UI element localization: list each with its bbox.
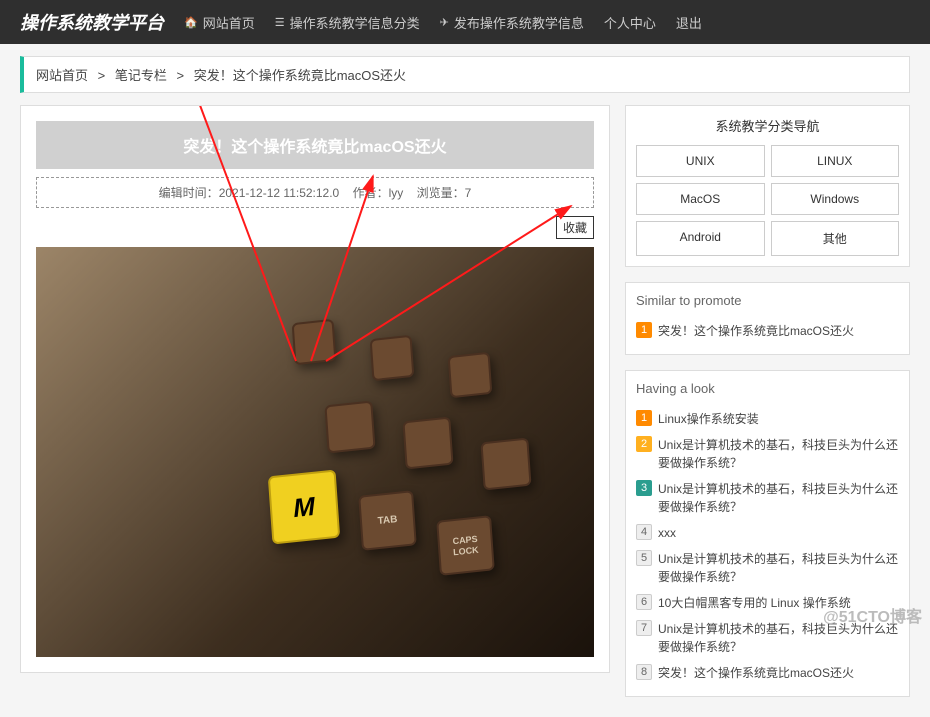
breadcrumb-separator: > bbox=[177, 68, 185, 83]
look-panel: Having a look 1 Linux操作系统安装 2 Unix是计算机技术的基… bbox=[625, 370, 910, 697]
list-item-link[interactable]: Unix是计算机技术的基石，科技巨头为什么还要做操作系统？ bbox=[658, 480, 899, 516]
list-item: 8 突发！这个操作系统竟比macOS还火 bbox=[636, 660, 899, 686]
nav-home[interactable]: 🏠 网站首页 bbox=[184, 13, 255, 32]
keyboard-tab-key: TAB bbox=[358, 490, 417, 551]
list-item-link[interactable]: xxx bbox=[658, 524, 899, 542]
home-icon: 🏠 bbox=[184, 16, 198, 29]
favorite-row: 收藏 bbox=[36, 216, 594, 239]
article-panel: 突发！这个操作系统竟比macOS还火 编辑时间：2021-12-12 11:52… bbox=[20, 105, 610, 673]
list-item-link[interactable]: 突发！这个操作系统竟比macOS还火 bbox=[658, 664, 899, 682]
cat-other[interactable]: 其他 bbox=[771, 221, 900, 256]
nav-logout[interactable]: 退出 bbox=[676, 13, 702, 32]
nav-publish[interactable]: ✈ 发布操作系统教学信息 bbox=[440, 13, 584, 32]
favorite-button[interactable]: 收藏 bbox=[556, 216, 594, 239]
rank-badge-icon: 5 bbox=[636, 550, 652, 566]
rank-badge-icon: 4 bbox=[636, 524, 652, 540]
list-item: 4 xxx bbox=[636, 520, 899, 546]
nav-profile[interactable]: 个人中心 bbox=[604, 13, 656, 32]
breadcrumb: 网站首页 > 笔记专栏 > 突发！这个操作系统竟比macOS还火 bbox=[20, 56, 910, 93]
article-image: M TAB CAPS LOCK bbox=[36, 247, 594, 657]
nav-label: 操作系统教学信息分类 bbox=[290, 13, 420, 32]
nav-label: 退出 bbox=[676, 13, 702, 32]
cat-unix[interactable]: UNIX bbox=[636, 145, 765, 177]
rank-badge-icon: 6 bbox=[636, 594, 652, 610]
list-item: 2 Unix是计算机技术的基石，科技巨头为什么还要做操作系统？ bbox=[636, 432, 899, 476]
promote-panel-title: Similar to promote bbox=[636, 293, 899, 308]
keyboard-capslock-key: CAPS LOCK bbox=[436, 515, 495, 576]
keyboard-m-key: M bbox=[268, 469, 340, 544]
nav-label: 个人中心 bbox=[604, 13, 656, 32]
nav-label: 网站首页 bbox=[203, 13, 255, 32]
nav-category[interactable]: ☰ 操作系统教学信息分类 bbox=[275, 13, 420, 32]
breadcrumb-current: 突发！这个操作系统竟比macOS还火 bbox=[194, 68, 406, 83]
list-item: 1 突发！这个操作系统竟比macOS还火 bbox=[636, 318, 899, 344]
promote-panel: Similar to promote 1 突发！这个操作系统竟比macOS还火 bbox=[625, 282, 910, 355]
rank-badge-icon: 7 bbox=[636, 620, 652, 636]
look-panel-title: Having a look bbox=[636, 381, 899, 396]
breadcrumb-separator: > bbox=[98, 68, 106, 83]
rank-badge-icon: 3 bbox=[636, 480, 652, 496]
rank-badge-icon: 1 bbox=[636, 322, 652, 338]
list-icon: ☰ bbox=[275, 16, 285, 29]
send-icon: ✈ bbox=[440, 16, 449, 29]
rank-badge-icon: 2 bbox=[636, 436, 652, 452]
views: 7 bbox=[465, 186, 472, 200]
category-panel: 系统教学分类导航 UNIX LINUX MacOS Windows Androi… bbox=[625, 105, 910, 267]
watermark: @51CTO博客 bbox=[823, 603, 922, 627]
views-label: 浏览量： bbox=[417, 186, 465, 200]
edit-time-label: 编辑时间： bbox=[159, 186, 219, 200]
list-item: 3 Unix是计算机技术的基石，科技巨头为什么还要做操作系统？ bbox=[636, 476, 899, 520]
breadcrumb-item[interactable]: 网站首页 bbox=[36, 68, 88, 83]
top-navbar: 操作系统教学平台 🏠 网站首页 ☰ 操作系统教学信息分类 ✈ 发布操作系统教学信息 个… bbox=[0, 0, 930, 44]
cat-windows[interactable]: Windows bbox=[771, 183, 900, 215]
list-item-link[interactable]: Unix是计算机技术的基石，科技巨头为什么还要做操作系统？ bbox=[658, 550, 899, 586]
list-item-link[interactable]: Linux操作系统安装 bbox=[658, 410, 899, 428]
article-meta: 编辑时间：2021-12-12 11:52:12.0 作者：lyy 浏览量：7 bbox=[36, 177, 594, 208]
author: lyy bbox=[389, 186, 404, 200]
category-panel-title: 系统教学分类导航 bbox=[636, 116, 899, 135]
nav-label: 发布操作系统教学信息 bbox=[454, 13, 584, 32]
list-item: 1 Linux操作系统安装 bbox=[636, 406, 899, 432]
brand-title[interactable]: 操作系统教学平台 bbox=[20, 9, 164, 35]
list-item: 5 Unix是计算机技术的基石，科技巨头为什么还要做操作系统？ bbox=[636, 546, 899, 590]
rank-badge-icon: 8 bbox=[636, 664, 652, 680]
nav-items: 🏠 网站首页 ☰ 操作系统教学信息分类 ✈ 发布操作系统教学信息 个人中心 退出 bbox=[184, 13, 702, 32]
edit-time: 2021-12-12 11:52:12.0 bbox=[219, 186, 340, 200]
list-item-link[interactable]: Unix是计算机技术的基石，科技巨头为什么还要做操作系统？ bbox=[658, 436, 899, 472]
rank-badge-icon: 1 bbox=[636, 410, 652, 426]
cat-linux[interactable]: LINUX bbox=[771, 145, 900, 177]
cat-macos[interactable]: MacOS bbox=[636, 183, 765, 215]
article-title: 突发！这个操作系统竟比macOS还火 bbox=[36, 121, 594, 169]
cat-android[interactable]: Android bbox=[636, 221, 765, 256]
author-label: 作者： bbox=[353, 186, 389, 200]
breadcrumb-item[interactable]: 笔记专栏 bbox=[115, 68, 167, 83]
list-item-link[interactable]: 突发！这个操作系统竟比macOS还火 bbox=[658, 322, 899, 340]
